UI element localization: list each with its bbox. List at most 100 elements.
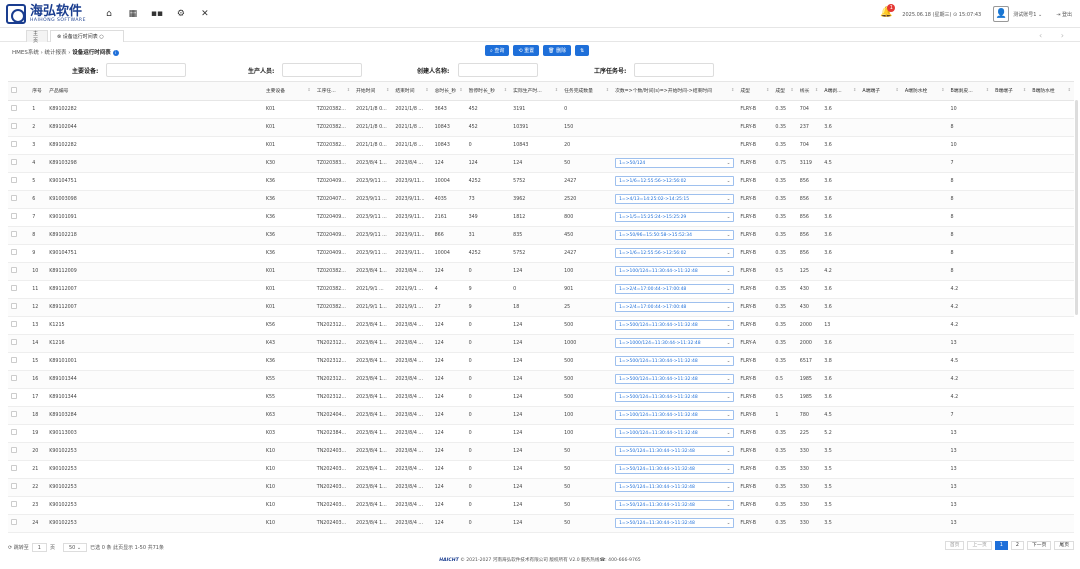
row-checkbox[interactable] xyxy=(8,424,30,443)
row-checkbox[interactable] xyxy=(8,154,30,173)
query-button[interactable]: ⌕ 查询 xyxy=(485,45,510,56)
column-header[interactable]: 开始时间 ⇕ xyxy=(353,82,393,101)
filter-creator-input[interactable] xyxy=(458,63,538,77)
column-header[interactable]: 实际生产时... ⇕ xyxy=(510,82,562,101)
table-cell[interactable]: 1=>50/124 ⌄ xyxy=(612,154,738,173)
row-checkbox[interactable] xyxy=(8,478,30,497)
sort-icon[interactable]: ⇕ xyxy=(504,87,507,92)
row-checkbox[interactable] xyxy=(8,442,30,461)
sort-icon[interactable]: ⇕ xyxy=(941,87,944,92)
sort-icon[interactable]: ⇕ xyxy=(790,87,793,92)
column-header[interactable]: B端剥皮... ⇕ xyxy=(947,82,993,101)
column-header[interactable]: 成型 ⇕ xyxy=(772,82,797,101)
delete-button[interactable]: 🗑 删除 xyxy=(543,45,572,56)
row-checkbox[interactable] xyxy=(8,298,30,317)
table-cell[interactable]: 1=>1000/124=11:30:44->11:32:48 ⌄ xyxy=(612,334,738,353)
table-row[interactable]: 2 K89102044 K01 TZ020382... 2021/1/8 0... 202… xyxy=(8,118,1074,137)
sort-icon[interactable]: ⇕ xyxy=(853,87,856,92)
row-checkbox[interactable] xyxy=(8,352,30,371)
calendar-icon[interactable]: ▦ xyxy=(126,7,140,21)
sort-icon[interactable]: ⇕ xyxy=(766,87,769,92)
tab-scroll-arrows[interactable]: ‹ › xyxy=(1039,31,1072,40)
count-time-select[interactable]: 1=>50/124=11:30:44->11:32:48 ⌄ xyxy=(615,446,735,456)
refresh-goto-label[interactable]: ⟳ 跳转至 xyxy=(8,544,29,551)
row-checkbox[interactable] xyxy=(8,226,30,245)
vertical-scrollbar[interactable] xyxy=(1075,100,1078,315)
count-time-select[interactable]: 1=>4/13=14:25:02->14:25:15 ⌄ xyxy=(615,194,735,204)
reset-button[interactable]: ⟲ 重置 xyxy=(513,45,540,56)
table-row[interactable]: 6 K91003098 K36 TZ020407... 2023/9/11 ... 202… xyxy=(8,190,1074,209)
table-cell[interactable]: 1=>100/124=11:30:44->11:32:48 ⌄ xyxy=(612,406,738,425)
column-header[interactable]: 线长 ⇕ xyxy=(796,82,822,101)
grid-icon[interactable]: ▪▪ xyxy=(150,7,164,21)
filter-operator-input[interactable] xyxy=(282,63,362,77)
table-cell[interactable]: 1=>2/4=17:00:44->17:00:48 ⌄ xyxy=(612,280,738,299)
row-checkbox[interactable] xyxy=(8,406,30,425)
table-row[interactable]: 14 K1216 K43 TN202312... 2023/8/4 1... 2023/8… xyxy=(8,334,1074,353)
count-time-select[interactable]: 1=>50/124=11:30:44->11:32:48 ⌄ xyxy=(615,518,735,528)
column-header[interactable]: A端防水栓 ⇕ xyxy=(901,82,948,101)
sort-icon[interactable]: ⇕ xyxy=(896,87,899,92)
sort-icon[interactable]: ⇕ xyxy=(386,87,389,92)
column-settings-button[interactable]: ⇅ xyxy=(575,45,590,56)
sort-icon[interactable]: ⇕ xyxy=(347,87,350,92)
prev-page-button[interactable]: 上一页 xyxy=(967,541,992,550)
table-row[interactable]: 19 K90113003 K03 TN202384... 2023/8/4 1... 20… xyxy=(8,424,1074,443)
column-header[interactable]: 结束时间 ⇕ xyxy=(392,82,432,101)
tab-home[interactable]: 主页 xyxy=(26,30,48,44)
column-header[interactable]: A端端子 ⇕ xyxy=(859,82,902,101)
row-checkbox[interactable] xyxy=(8,172,30,191)
table-row[interactable]: 11 K89112007 K01 TZ020382... 2021/9/1 ... 202… xyxy=(8,280,1074,299)
table-cell[interactable]: 1=>100/124=11:30:44->11:32:48 ⌄ xyxy=(612,262,738,281)
column-header[interactable]: B端防水栓 ⇕ xyxy=(1029,82,1074,101)
sort-icon[interactable]: ⇕ xyxy=(555,87,558,92)
first-page-button[interactable]: 首页 xyxy=(944,541,965,550)
table-cell[interactable]: 1=>50/124=11:30:44->11:32:48⌄ xyxy=(612,496,738,515)
avatar[interactable]: 👤 xyxy=(993,6,1010,22)
table-cell[interactable]: 1=>50/124=11:30:44->11:32:48⌄ xyxy=(612,442,738,461)
table-row[interactable]: 16 K89101344 K55 TN202312... 2023/8/4 1... 20… xyxy=(8,370,1074,389)
table-cell[interactable]: 1=>500/124=11:30:44->11:32:48 ⌄ xyxy=(612,388,738,407)
count-time-select[interactable]: 1=>50/124=11:30:44->11:32:48 ⌄ xyxy=(615,500,735,510)
table-cell[interactable]: 1=>4/13=14:25:02->14:25:15 ⌄ xyxy=(612,190,738,209)
row-checkbox[interactable] xyxy=(8,334,30,353)
column-header[interactable]: 工序任... ⇕ xyxy=(313,82,354,101)
row-checkbox[interactable] xyxy=(8,136,30,155)
column-header[interactable]: 产品编号 xyxy=(46,82,263,101)
table-row[interactable]: 18 K89103284 K63 TN202404... 2023/8/4 1... 20… xyxy=(8,406,1074,425)
page-1-button[interactable]: 1 xyxy=(994,541,1008,550)
column-header[interactable]: 主要设备 ⇕ xyxy=(262,82,314,101)
table-cell[interactable]: 1=>1/5=15:25:24->15:25:29 ⌄ xyxy=(612,208,738,227)
table-row[interactable]: 15 K89101001 K36 TN202312... 2023/8/4 1... 20… xyxy=(8,352,1074,371)
count-time-select[interactable]: 1=>1000/124=11:30:44->11:32:48 ⌄ xyxy=(615,338,735,348)
sort-icon[interactable]: ⇕ xyxy=(1023,87,1026,92)
count-time-select[interactable]: 1=>500/124=11:30:44->11:32:48 ⌄ xyxy=(615,392,735,402)
table-row[interactable]: 8 K89102218 K36 TZ020409... 2023/9/11 ... 202… xyxy=(8,226,1074,245)
row-checkbox[interactable] xyxy=(8,118,30,137)
count-time-select[interactable]: 1=>50/124=11:30:44->11:32:48 ⌄ xyxy=(615,482,735,492)
page-2-button[interactable]: 2 xyxy=(1010,541,1024,550)
table-cell[interactable]: 1=>100/124=11:30:44->11:32:48 ⌄ xyxy=(612,424,738,443)
info-icon[interactable]: i xyxy=(112,50,119,56)
row-checkbox[interactable] xyxy=(8,280,30,299)
row-checkbox[interactable] xyxy=(8,496,30,515)
table-row[interactable]: 25K90102253K10TN202403...2023/8/4 1...20… xyxy=(8,532,1074,536)
row-checkbox[interactable] xyxy=(8,388,30,407)
count-time-select[interactable]: 1=>100/124=11:30:44->11:32:48 ⌄ xyxy=(615,410,735,420)
table-cell[interactable]: 1=>50/124=11:30:44->11:32:48⌄ xyxy=(612,460,738,479)
column-header[interactable]: A端剥... ⇕ xyxy=(821,82,860,101)
table-row[interactable]: 1 K89102282 K01 TZ020382... 2021/1/8 0... 202… xyxy=(8,100,1074,119)
table-cell[interactable]: 1=>1/6=12:55:56->12:56:02 ⌄ xyxy=(612,172,738,191)
column-header[interactable]: 成型 ⇕ xyxy=(737,82,773,101)
count-time-select[interactable]: 1=>1/5=15:25:24->15:25:29 ⌄ xyxy=(615,212,735,222)
table-cell[interactable]: 1=>1/6=12:55:56->12:56:02 ⌄ xyxy=(612,244,738,263)
sort-icon[interactable]: ⇕ xyxy=(307,87,310,92)
page-size-select[interactable]: 50 ⌄ xyxy=(62,542,88,552)
next-page-button[interactable]: 下一页 xyxy=(1026,541,1052,550)
table-row[interactable]: 4 K89103298 K30 TZ020383... 2023/8/4 1... 202… xyxy=(8,154,1074,173)
sort-icon[interactable]: ⇕ xyxy=(425,87,428,92)
page-number-input[interactable]: 1 xyxy=(31,542,47,552)
column-header[interactable]: B端端子 ⇕ xyxy=(992,82,1030,101)
home-icon[interactable]: ⌂ xyxy=(102,7,116,21)
row-checkbox[interactable] xyxy=(8,208,30,227)
